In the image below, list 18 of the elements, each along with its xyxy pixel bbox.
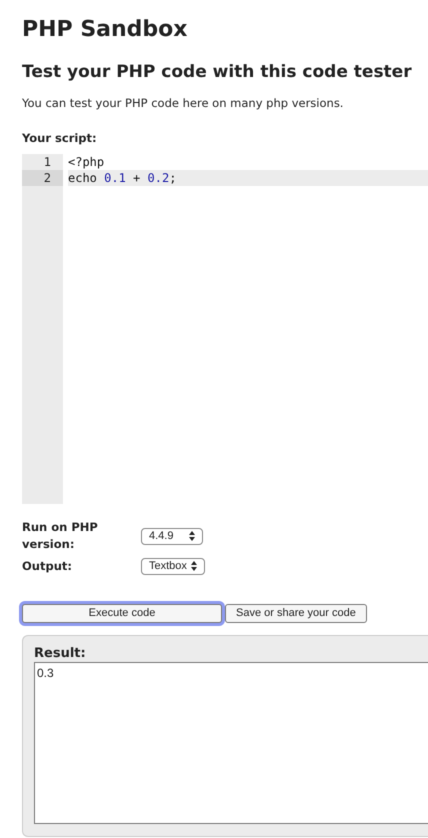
intro-text: You can test your PHP code here on many php versions. bbox=[22, 95, 344, 111]
select-dropdown[interactable]: 4.4.9 bbox=[141, 528, 203, 545]
line-number: 2 bbox=[22, 170, 63, 186]
line-number: 1 bbox=[42, 154, 52, 170]
page-subtitle: Test your PHP code with this code tester bbox=[22, 61, 413, 84]
action-button[interactable]: Execute code bbox=[22, 604, 222, 623]
updown-caret-icon bbox=[189, 531, 195, 542]
select-dropdown[interactable]: Textbox bbox=[141, 558, 205, 575]
code-editor[interactable]: 1 2 <?php echo 0.1 + 0.2; bbox=[22, 154, 428, 504]
result-label: Result: bbox=[34, 646, 86, 662]
script-label: Your script: bbox=[22, 130, 97, 146]
result-output: 0.3 bbox=[34, 662, 428, 824]
page-title: PHP Sandbox bbox=[22, 16, 188, 44]
action-button[interactable]: Save or share your code bbox=[225, 604, 367, 623]
option-label: Run on PHP version: bbox=[22, 519, 99, 554]
code-line: <?php bbox=[68, 154, 106, 170]
updown-caret-icon bbox=[190, 561, 197, 572]
option-label: Output: bbox=[22, 558, 73, 574]
